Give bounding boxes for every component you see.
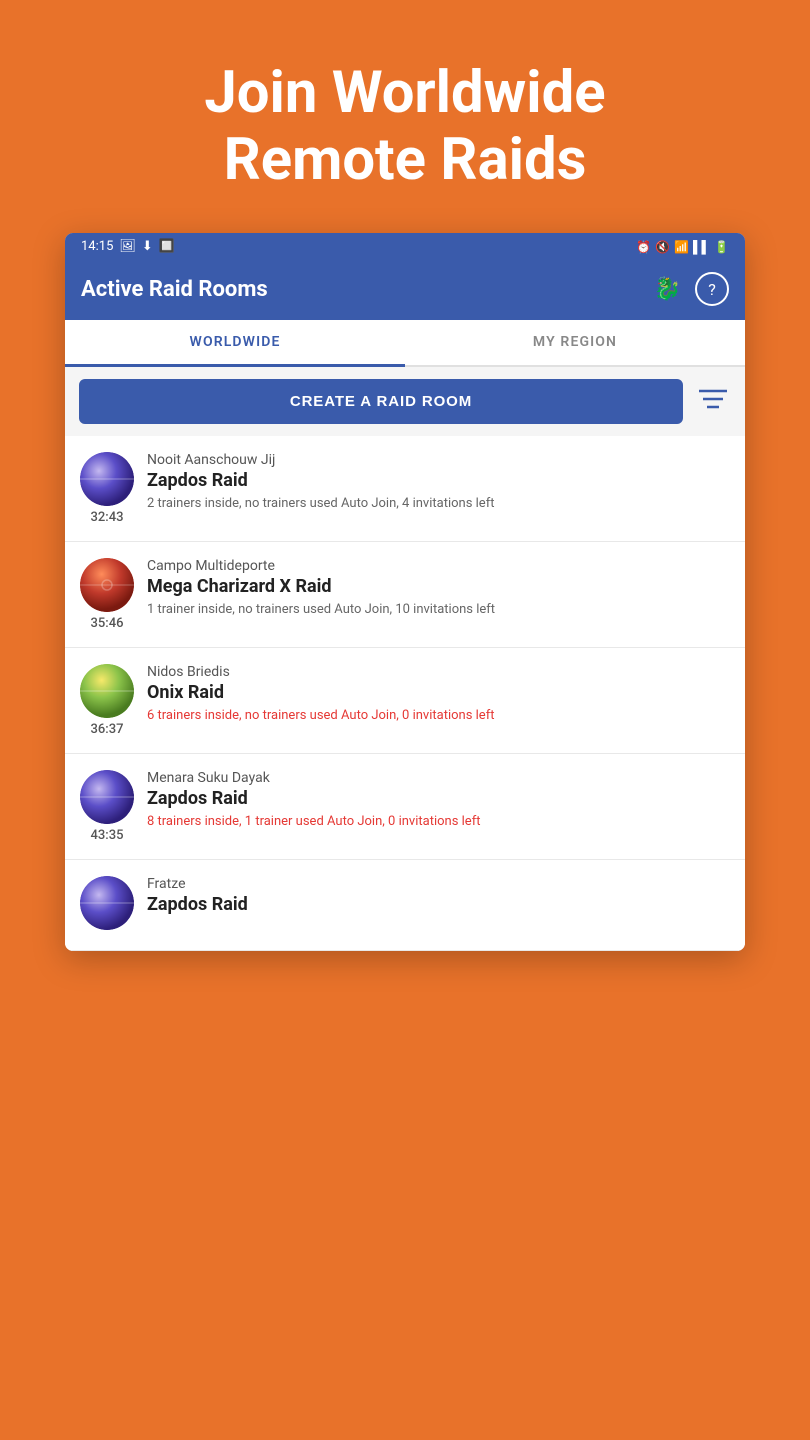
- app-bar: Active Raid Rooms 🐉 ?: [65, 260, 745, 320]
- raid-list: 32:43 Nooit Aanschouw Jij Zapdos Raid 2 …: [65, 436, 745, 951]
- status-download-icon: ⬇: [142, 239, 153, 254]
- help-icon: ?: [708, 280, 716, 299]
- raid-avatar-col: 36:37: [79, 664, 135, 737]
- raid-name-2: Mega Charizard X Raid: [147, 576, 731, 597]
- raid-avatar-onix: [80, 664, 134, 718]
- zapdos2-avatar-icon: [80, 770, 134, 824]
- pokemon-settings-icon[interactable]: 🐉: [654, 277, 681, 302]
- charizard-avatar-icon: [80, 558, 134, 612]
- tab-worldwide[interactable]: WORLDWIDE: [65, 320, 405, 367]
- raid-avatar-zapdos-1: [80, 452, 134, 506]
- raid-location-4: Menara Suku Dayak: [147, 770, 731, 786]
- raid-location-1: Nooit Aanschouw Jij: [147, 452, 731, 468]
- app-bar-icons: 🐉 ?: [654, 272, 729, 306]
- raid-info-1: Nooit Aanschouw Jij Zapdos Raid 2 traine…: [147, 452, 731, 513]
- raid-info-5: Fratze Zapdos Raid: [147, 876, 731, 919]
- raid-item[interactable]: 35:46 Campo Multideporte Mega Charizard …: [65, 542, 745, 648]
- raid-details-3: 6 trainers inside, no trainers used Auto…: [147, 707, 731, 725]
- raid-details-1: 2 trainers inside, no trainers used Auto…: [147, 495, 731, 513]
- raid-avatar-col: 35:46: [79, 558, 135, 631]
- raid-name-5: Zapdos Raid: [147, 894, 731, 915]
- raid-name-1: Zapdos Raid: [147, 470, 731, 491]
- status-battery-icon: 🔋: [714, 240, 729, 254]
- status-time: 14:15: [81, 239, 113, 254]
- status-screenshot-icon: 🖼: [119, 239, 136, 254]
- raid-avatar-col: [79, 876, 135, 934]
- raid-timer-1: 32:43: [91, 510, 124, 525]
- status-signal-icon: ▌▌: [693, 240, 710, 254]
- raid-item[interactable]: 32:43 Nooit Aanschouw Jij Zapdos Raid 2 …: [65, 436, 745, 542]
- raid-item[interactable]: 36:37 Nidos Briedis Onix Raid 6 trainers…: [65, 648, 745, 754]
- filter-button[interactable]: [695, 384, 731, 420]
- raid-location-2: Campo Multideporte: [147, 558, 731, 574]
- zapdos-avatar-icon: [80, 452, 134, 506]
- status-wifi-icon: 📶: [674, 240, 689, 254]
- raid-avatar-fratze: [80, 876, 134, 930]
- raid-avatar-col: 32:43: [79, 452, 135, 525]
- status-right: ⏰ 🔇 📶 ▌▌ 🔋: [636, 240, 729, 254]
- raid-timer-2: 35:46: [91, 616, 124, 631]
- help-button[interactable]: ?: [695, 272, 729, 306]
- raid-details-2: 1 trainer inside, no trainers used Auto …: [147, 601, 731, 619]
- status-left: 14:15 🖼 ⬇ 🔲: [81, 239, 175, 254]
- tab-my-region[interactable]: MY REGION: [405, 320, 745, 365]
- action-row: CREATE A RAID ROOM: [65, 367, 745, 436]
- raid-info-3: Nidos Briedis Onix Raid 6 trainers insid…: [147, 664, 731, 725]
- status-alarm-icon: ⏰: [636, 240, 651, 254]
- status-bar: 14:15 🖼 ⬇ 🔲 ⏰ 🔇 📶 ▌▌ 🔋: [65, 233, 745, 260]
- raid-timer-3: 36:37: [91, 722, 124, 737]
- raid-avatar-charizard: [80, 558, 134, 612]
- tab-bar: WORLDWIDE MY REGION: [65, 320, 745, 367]
- raid-location-3: Nidos Briedis: [147, 664, 731, 680]
- raid-item[interactable]: 43:35 Menara Suku Dayak Zapdos Raid 8 tr…: [65, 754, 745, 860]
- status-screen-icon: 🔲: [159, 239, 175, 254]
- raid-details-4: 8 trainers inside, 1 trainer used Auto J…: [147, 813, 731, 831]
- create-raid-button[interactable]: CREATE A RAID ROOM: [79, 379, 683, 424]
- raid-item[interactable]: Fratze Zapdos Raid: [65, 860, 745, 951]
- raid-timer-4: 43:35: [91, 828, 124, 843]
- raid-name-3: Onix Raid: [147, 682, 731, 703]
- raid-name-4: Zapdos Raid: [147, 788, 731, 809]
- app-bar-title: Active Raid Rooms: [81, 277, 268, 302]
- onix-avatar-icon: [80, 664, 134, 718]
- fratze-avatar-icon: [80, 876, 134, 930]
- phone-container: 14:15 🖼 ⬇ 🔲 ⏰ 🔇 📶 ▌▌ 🔋 Active Raid Rooms…: [65, 233, 745, 951]
- raid-avatar-zapdos-2: [80, 770, 134, 824]
- raid-info-4: Menara Suku Dayak Zapdos Raid 8 trainers…: [147, 770, 731, 831]
- raid-avatar-col: 43:35: [79, 770, 135, 843]
- status-mute-icon: 🔇: [655, 240, 670, 254]
- raid-info-2: Campo Multideporte Mega Charizard X Raid…: [147, 558, 731, 619]
- hero-title: Join WorldwideRemote Raids: [144, 0, 665, 233]
- raid-location-5: Fratze: [147, 876, 731, 892]
